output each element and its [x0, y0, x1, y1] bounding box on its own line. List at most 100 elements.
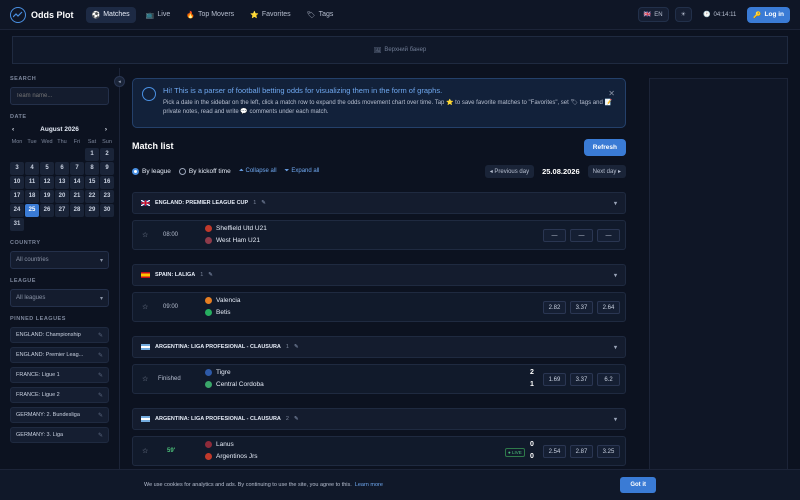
collapse-all-button[interactable]: ⏶ Collapse all — [239, 168, 277, 175]
pin-icon[interactable]: ✎ — [98, 392, 103, 399]
calendar-day[interactable]: 28 — [70, 204, 84, 217]
group-by-kickoff-radio[interactable]: By kickoff time — [178, 167, 231, 175]
favorite-star-icon[interactable]: ☆ — [142, 303, 148, 311]
calendar-day[interactable]: 16 — [100, 176, 114, 189]
calendar-day[interactable]: 25 — [25, 204, 39, 217]
calendar-day[interactable]: 22 — [85, 190, 99, 203]
team-search-input[interactable] — [10, 87, 109, 105]
favorite-star-icon[interactable]: ☆ — [142, 447, 148, 455]
match-row[interactable]: ☆ 59' Lanus Argentinos Jrs ● LIVE 0 0 2.… — [132, 436, 626, 466]
learn-more-link[interactable]: Learn more — [355, 482, 383, 488]
calendar-day[interactable]: 2 — [100, 148, 114, 161]
league-select[interactable]: All leagues ▾ — [10, 289, 109, 307]
pencil-icon[interactable]: ✎ — [261, 200, 266, 206]
calendar-day[interactable]: 23 — [100, 190, 114, 203]
calendar-day[interactable]: 4 — [25, 162, 39, 175]
league-header[interactable]: SPAIN: LALIGA 1 ✎ ▾ — [132, 264, 626, 286]
calendar-day[interactable]: 19 — [40, 190, 54, 203]
refresh-button[interactable]: Refresh — [583, 139, 626, 156]
country-label: COUNTRY — [10, 240, 41, 246]
next-day-button[interactable]: Next day ▸ — [587, 164, 626, 178]
odd-home[interactable]: 2.54 — [543, 445, 566, 458]
pencil-icon[interactable]: ✎ — [294, 344, 299, 350]
calendar-day[interactable]: 29 — [85, 204, 99, 217]
league-header[interactable]: ARGENTINA: LIGA PROFESIONAL - CLAUSURA 2… — [132, 408, 626, 430]
calendar-day[interactable]: 9 — [100, 162, 114, 175]
odd-away[interactable]: — — [597, 229, 620, 242]
odd-draw[interactable]: 2.87 — [570, 445, 593, 458]
match-row[interactable]: ☆ 09:00 Valencia Betis 2.82 3.37 2.64 — [132, 292, 626, 322]
ball-icon: ⚽ — [91, 11, 101, 19]
accept-cookies-button[interactable]: Got it — [620, 477, 656, 493]
nav-live[interactable]: 📺 Live — [140, 7, 177, 23]
logo[interactable]: Odds Plot — [10, 6, 74, 23]
odd-away[interactable]: 3.25 — [597, 445, 620, 458]
calendar-day[interactable]: 30 — [100, 204, 114, 217]
calendar-day[interactable]: 15 — [85, 176, 99, 189]
prev-month-button[interactable]: ‹ — [12, 126, 14, 133]
favorite-star-icon[interactable]: ☆ — [142, 231, 148, 239]
calendar-day[interactable]: 5 — [40, 162, 54, 175]
pin-icon[interactable]: ✎ — [98, 372, 103, 379]
calendar-day[interactable]: 10 — [10, 176, 24, 189]
group-by-league-radio[interactable]: By league — [132, 167, 171, 175]
expand-all-button[interactable]: ⏷ Expand all — [285, 168, 320, 175]
pencil-icon[interactable]: ✎ — [208, 272, 213, 278]
calendar-day[interactable]: 13 — [55, 176, 69, 189]
league-header[interactable]: ARGENTINA: LIGA PROFESIONAL - CLAUSURA 1… — [132, 336, 626, 358]
pinned-league-item[interactable]: FRANCE: Ligue 2 ✎ — [10, 387, 109, 403]
pinned-league-item[interactable]: ENGLAND: Championship ✎ — [10, 327, 109, 343]
calendar-day[interactable]: 24 — [10, 204, 24, 217]
login-button[interactable]: 🔑 Log in — [747, 6, 790, 23]
pin-icon[interactable]: ✎ — [98, 332, 103, 339]
sidebar-collapse-button[interactable]: ◂ — [114, 76, 125, 87]
calendar-day[interactable]: 1 — [85, 148, 99, 161]
calendar-day[interactable]: 11 — [25, 176, 39, 189]
favorite-star-icon[interactable]: ☆ — [142, 375, 148, 383]
calendar-day[interactable]: 21 — [70, 190, 84, 203]
calendar-day[interactable]: 18 — [25, 190, 39, 203]
pin-icon[interactable]: ✎ — [98, 412, 103, 419]
pencil-icon[interactable]: ✎ — [294, 416, 299, 422]
pinned-league-item[interactable]: GERMANY: 3. Liga ✎ — [10, 427, 109, 443]
league-header[interactable]: ENGLAND: PREMIER LEAGUE CUP 1 ✎ ▾ — [132, 192, 626, 214]
theme-toggle[interactable]: ☀ — [674, 7, 692, 22]
odd-away[interactable]: 2.64 — [597, 301, 620, 314]
calendar-day[interactable]: 8 — [85, 162, 99, 175]
match-row[interactable]: ☆ 08:00 Sheffield Utd U21 West Ham U21 —… — [132, 220, 626, 250]
nav-favorites[interactable]: ⭐ Favorites — [244, 7, 297, 23]
calendar-day[interactable]: 27 — [55, 204, 69, 217]
odd-draw[interactable]: 3.37 — [570, 373, 593, 386]
close-icon[interactable]: ✕ — [608, 89, 615, 98]
calendar-day[interactable]: 20 — [55, 190, 69, 203]
nav-top-movers[interactable]: 🔥 Top Movers — [180, 7, 240, 23]
odd-away[interactable]: 6.2 — [597, 373, 620, 386]
pinned-league-item[interactable]: GERMANY: 2. Bundesliga ✎ — [10, 407, 109, 423]
calendar-day[interactable]: 26 — [40, 204, 54, 217]
odd-draw[interactable]: 3.37 — [570, 301, 593, 314]
chevron-down-icon: ▾ — [99, 295, 103, 302]
odd-home[interactable]: 1.69 — [543, 373, 566, 386]
pin-icon[interactable]: ✎ — [98, 352, 103, 359]
language-selector[interactable]: 🇬🇧 EN — [637, 7, 669, 22]
calendar-day[interactable]: 3 — [10, 162, 24, 175]
calendar-day[interactable]: 14 — [70, 176, 84, 189]
match-row[interactable]: ☆ Finished Tigre Central Cordoba 2 1 1.6… — [132, 364, 626, 394]
calendar-day[interactable]: 31 — [10, 218, 24, 231]
calendar-day[interactable]: 12 — [40, 176, 54, 189]
nav-tags[interactable]: 🏷 Tags — [301, 7, 340, 23]
pinned-league-item[interactable]: FRANCE: Ligue 1 ✎ — [10, 367, 109, 383]
calendar-day[interactable]: 7 — [70, 162, 84, 175]
pin-icon[interactable]: ✎ — [98, 432, 103, 439]
calendar-day[interactable]: 6 — [55, 162, 69, 175]
nav-matches[interactable]: ⚽ Matches — [85, 6, 136, 23]
list-controls: By league By kickoff time ⏶ Collapse all … — [132, 164, 626, 178]
calendar-day[interactable]: 17 — [10, 190, 24, 203]
country-select[interactable]: All countries ▾ — [10, 251, 109, 269]
odd-home[interactable]: 2.82 — [543, 301, 566, 314]
odd-home[interactable]: — — [543, 229, 566, 242]
pinned-league-item[interactable]: ENGLAND: Premier Leag... ✎ — [10, 347, 109, 363]
previous-day-button[interactable]: ◂ Previous day — [484, 164, 535, 178]
odd-draw[interactable]: — — [570, 229, 593, 242]
next-month-button[interactable]: › — [105, 126, 107, 133]
